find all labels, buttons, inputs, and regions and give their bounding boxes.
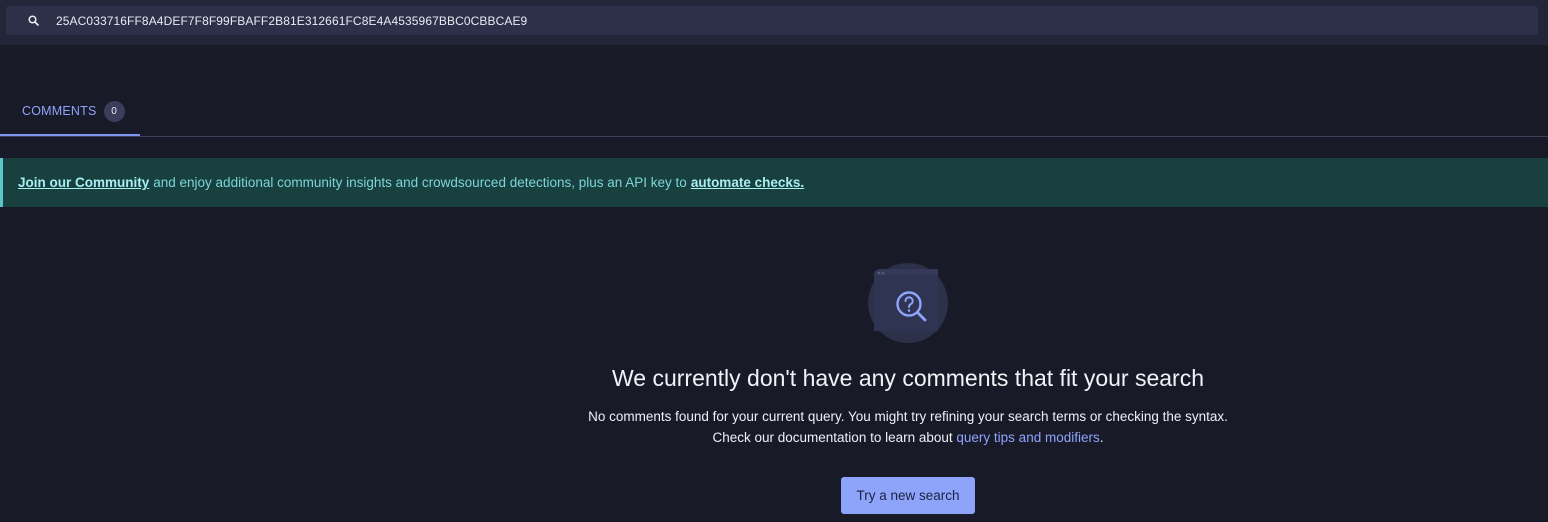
- tab-comments-label: COMMENTS: [22, 104, 97, 118]
- empty-state-description: No comments found for your current query…: [588, 409, 1228, 424]
- top-search-bar: [0, 0, 1548, 45]
- banner-text: and enjoy additional community insights …: [153, 175, 687, 190]
- doc-line-suffix: .: [1099, 430, 1104, 445]
- tab-comments[interactable]: COMMENTS 0: [0, 88, 140, 136]
- automate-checks-link[interactable]: automate checks.: [691, 175, 804, 190]
- try-new-search-button[interactable]: Try a new search: [841, 477, 975, 514]
- empty-state-title: We currently don't have any comments tha…: [611, 365, 1204, 391]
- community-banner: Join our Community and enjoy additional …: [0, 158, 1548, 207]
- tab-bar: COMMENTS 0: [0, 88, 1548, 137]
- doc-line-prefix: Check our documentation to learn about: [712, 430, 953, 445]
- query-tips-link[interactable]: query tips and modifiers: [956, 430, 1099, 445]
- search-question-icon: [868, 263, 948, 343]
- join-community-link[interactable]: Join our Community: [18, 175, 149, 190]
- search-box[interactable]: [6, 6, 1538, 35]
- search-input[interactable]: [56, 6, 1516, 35]
- search-icon: [28, 15, 39, 26]
- comments-count-badge: 0: [103, 100, 125, 122]
- empty-state-doc-line: Check our documentation to learn about q…: [0, 430, 1548, 445]
